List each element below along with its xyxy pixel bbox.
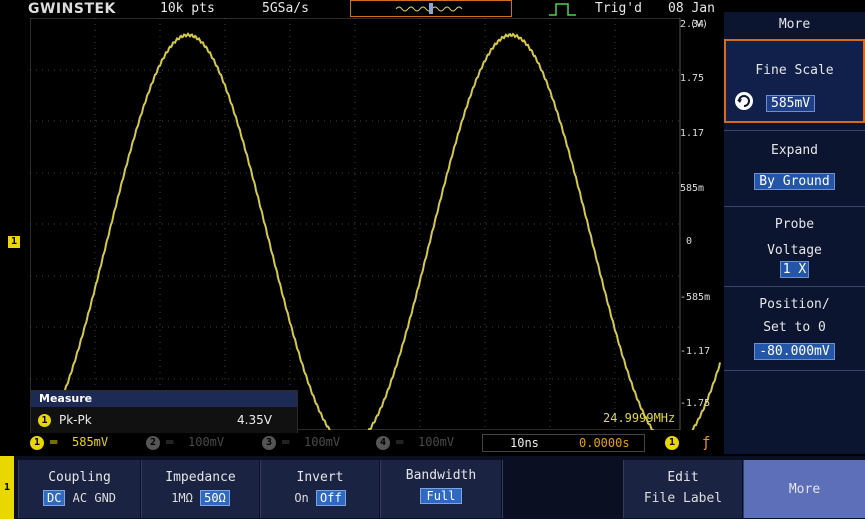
ch1-ground-marker[interactable]: 1 — [8, 236, 20, 248]
fine-scale-value: 585mV — [766, 95, 816, 112]
ch4-coupling-icon: ═ — [396, 435, 404, 449]
channel-status-row: 1 ═ 585mV 2 ═ 100mV 3 ═ 100mV 4 ═ 100mV … — [28, 433, 722, 453]
position-value: -80.000mV — [754, 343, 835, 360]
coupling-options: DC AC GND — [19, 490, 140, 506]
trigger-edge-icon — [549, 3, 576, 16]
fine-scale-label: Fine Scale — [755, 63, 834, 78]
bottom-channel-indicator: 1 — [0, 456, 14, 519]
coupling-gnd: GND — [94, 491, 117, 505]
impedance-button[interactable]: Impedance 1MΩ 50Ω — [141, 460, 259, 518]
expand-button[interactable]: Expand By Ground — [724, 131, 865, 205]
coupling-ac: AC — [72, 491, 88, 505]
invert-button[interactable]: Invert On Off — [260, 460, 379, 518]
ch1-coupling-icon: ═ — [50, 435, 58, 449]
bottom-menu: 1 Coupling DC AC GND Impedance 1MΩ 50Ω I… — [0, 456, 865, 519]
impedance-50ohm: 50Ω — [200, 490, 230, 506]
side-menu: More Fine Scale 585mV Expand By Ground P… — [724, 12, 865, 454]
trigger-status: Trig'd — [595, 1, 642, 16]
ch2-scale: 100mV — [188, 435, 225, 449]
probe-button[interactable]: Probe Voltage 1 X — [724, 207, 865, 285]
waveform-overview[interactable] — [350, 0, 512, 17]
probe-label: Probe — [774, 217, 815, 232]
ch4-scale: 100mV — [418, 435, 455, 449]
oscilloscope-screen: GWINSTEK 10k pts 5GSa/s Trig'd 08 Jan (V… — [0, 0, 865, 519]
coupling-dc: DC — [42, 490, 66, 506]
impedance-1mohm: 1MΩ — [171, 491, 193, 505]
frequency-readout: 24.9999MHz — [603, 411, 676, 425]
measure-channel-badge: 1 — [38, 414, 51, 427]
position-button[interactable]: Position/ Set to 0 -80.000mV — [724, 287, 865, 369]
invert-options: On Off — [261, 490, 379, 506]
expand-value-wrap: By Ground — [724, 173, 865, 190]
expand-label: Expand — [771, 143, 818, 158]
edit-label: Edit — [667, 470, 699, 485]
ch4-badge[interactable]: 4 — [376, 436, 390, 450]
menu-divider — [724, 370, 865, 371]
edit-file-label-button[interactable]: Edit File Label — [623, 460, 742, 518]
waveform-grid — [30, 18, 722, 430]
scale-label: 0 — [686, 236, 693, 247]
position-label: Position/ — [759, 297, 830, 312]
impedance-options: 1MΩ 50Ω — [142, 490, 259, 506]
probe-type: Voltage — [767, 243, 822, 258]
invert-off: Off — [316, 490, 346, 506]
invert-on: On — [294, 491, 309, 505]
ch3-scale: 100mV — [304, 435, 341, 449]
ch1-scale: 585mV — [72, 435, 109, 449]
ch3-badge[interactable]: 3 — [262, 436, 276, 450]
scale-label: -1.17 — [680, 346, 711, 357]
file-label-text: File Label — [643, 491, 723, 506]
empty-softkey[interactable] — [502, 460, 622, 518]
overview-wave-icon — [395, 3, 463, 14]
ch3-coupling-icon: ═ — [282, 435, 290, 449]
horizontal-position: 0.0000s — [579, 436, 630, 450]
scale-label: 2.34 — [680, 19, 705, 30]
coupling-label: Coupling — [48, 470, 111, 485]
bandwidth-value-wrap: Full — [381, 488, 501, 504]
position-value-wrap: -80.000mV — [724, 343, 865, 360]
fine-scale-value-box: 585mV — [766, 92, 816, 112]
impedance-label: Impedance — [165, 470, 236, 485]
memory-length: 10k pts — [160, 1, 215, 16]
brand-logo: GWINSTEK — [28, 1, 116, 17]
fine-scale-button[interactable]: Fine Scale 585mV — [724, 39, 865, 123]
measure-value: 4.35V — [237, 413, 272, 427]
measure-title: Measure — [31, 391, 297, 407]
coupling-button[interactable]: Coupling DC AC GND — [18, 460, 140, 518]
scale-label: 1.17 — [680, 128, 705, 139]
bandwidth-button[interactable]: Bandwidth Full — [380, 460, 501, 518]
trigger-slope-icon: ƒ — [702, 435, 711, 451]
variable-knob-icon — [735, 92, 753, 110]
ch2-badge[interactable]: 2 — [146, 436, 160, 450]
scale-label: 585m — [680, 183, 705, 194]
trigger-source-badge[interactable]: 1 — [665, 436, 679, 450]
scale-label: -1.75 — [680, 398, 711, 409]
bandwidth-label: Bandwidth — [405, 468, 477, 483]
more-button[interactable]: More — [743, 460, 865, 518]
ch2-coupling-icon: ═ — [166, 435, 174, 449]
probe-value-wrap: 1 X — [724, 261, 865, 278]
scale-label: 1.75 — [680, 73, 705, 84]
waveform-trace — [30, 18, 721, 430]
measure-panel: Measure 1 Pk-Pk 4.35V — [30, 390, 298, 434]
timebase-box[interactable]: 10ns 0.0000s — [482, 434, 645, 452]
time-div: 10ns — [510, 436, 539, 450]
scale-label: -585m — [680, 292, 711, 303]
probe-value: 1 X — [779, 261, 810, 278]
sample-rate: 5GSa/s — [262, 1, 309, 16]
measure-name: Pk-Pk — [59, 413, 92, 427]
invert-label: Invert — [296, 470, 344, 485]
bandwidth-value: Full — [419, 488, 463, 504]
ch1-badge[interactable]: 1 — [30, 436, 44, 450]
side-menu-title: More — [778, 17, 811, 32]
date-display: 08 Jan — [668, 1, 715, 16]
more-label: More — [788, 482, 821, 497]
position-label-2: Set to 0 — [763, 320, 826, 335]
expand-value: By Ground — [754, 173, 835, 190]
